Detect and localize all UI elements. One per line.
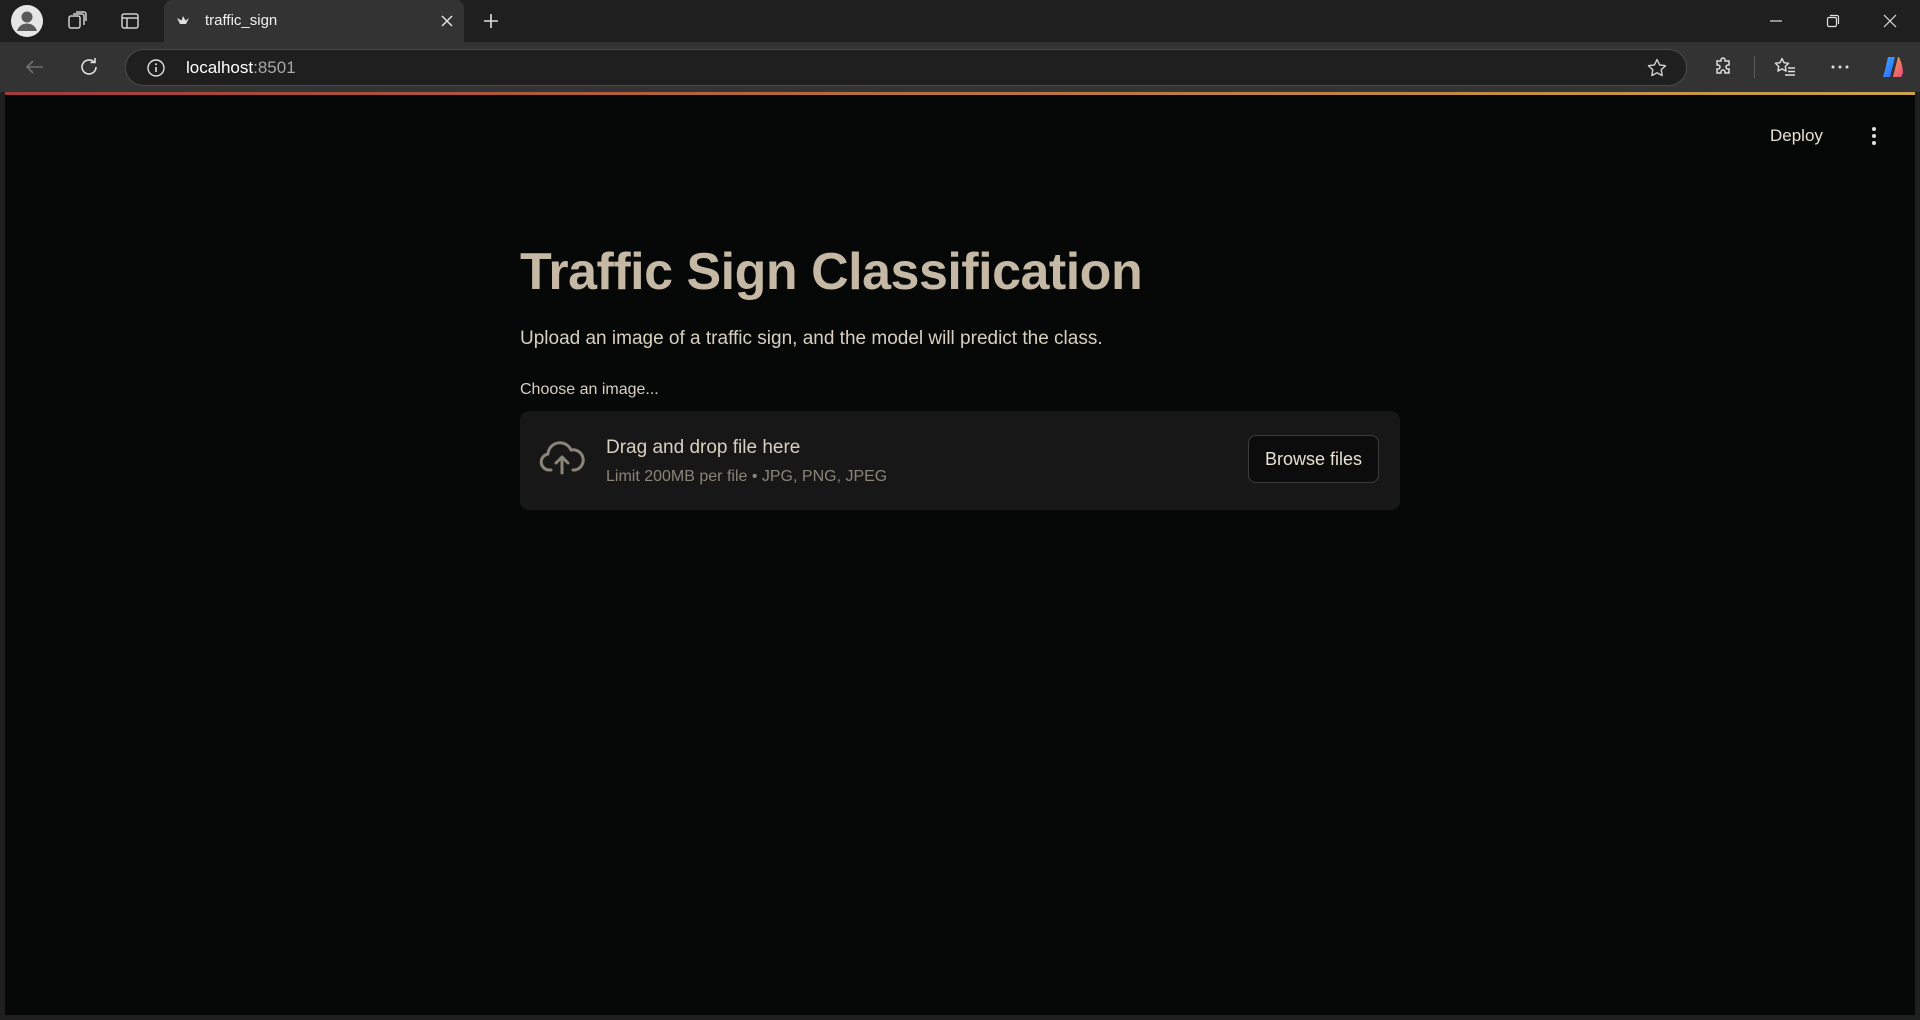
refresh-icon[interactable] bbox=[73, 51, 105, 83]
cloud-upload-icon bbox=[539, 441, 585, 475]
dropzone-title: Drag and drop file here bbox=[606, 437, 801, 458]
close-icon[interactable] bbox=[438, 12, 456, 30]
streamlit-favicon bbox=[177, 16, 189, 24]
header-decoration bbox=[5, 92, 1915, 95]
deploy-button[interactable]: Deploy bbox=[1770, 126, 1823, 146]
url-port: :8501 bbox=[253, 58, 296, 77]
minimize-icon[interactable] bbox=[1748, 0, 1804, 42]
url-text[interactable]: localhost:8501 bbox=[186, 58, 296, 78]
more-icon[interactable] bbox=[1824, 51, 1856, 83]
tab-strip: traffic_sign bbox=[0, 0, 1920, 42]
page-subtitle: Upload an image of a traffic sign, and t… bbox=[520, 328, 1103, 349]
kebab-menu-icon[interactable] bbox=[1862, 124, 1886, 148]
restore-icon[interactable] bbox=[1805, 0, 1861, 42]
file-dropzone[interactable]: Drag and drop file here Limit 200MB per … bbox=[520, 411, 1400, 510]
page-viewport: Deploy Traffic Sign Classification Uploa… bbox=[5, 92, 1915, 1015]
address-bar[interactable]: localhost:8501 bbox=[125, 49, 1687, 86]
plus-icon[interactable] bbox=[475, 5, 507, 37]
page-title: Traffic Sign Classification bbox=[520, 243, 1143, 301]
url-host: localhost bbox=[186, 58, 254, 77]
profile-icon[interactable] bbox=[11, 5, 43, 37]
navigation-bar: localhost:8501 bbox=[0, 42, 1920, 92]
tab-title: traffic_sign bbox=[205, 12, 278, 29]
info-icon[interactable] bbox=[146, 58, 166, 78]
toolbar-divider bbox=[1754, 56, 1755, 78]
tab-traffic-sign[interactable]: traffic_sign bbox=[164, 0, 464, 42]
tab-actions-icon[interactable] bbox=[114, 5, 146, 37]
uploader-label: Choose an image... bbox=[520, 381, 659, 398]
workspaces-icon[interactable] bbox=[61, 5, 93, 37]
browse-files-button[interactable]: Browse files bbox=[1248, 435, 1379, 483]
extensions-icon[interactable] bbox=[1708, 51, 1740, 83]
star-icon[interactable] bbox=[1646, 57, 1668, 79]
dropzone-limit: Limit 200MB per file • JPG, PNG, JPEG bbox=[606, 468, 888, 485]
close-window-icon[interactable] bbox=[1862, 0, 1918, 42]
back-icon[interactable] bbox=[19, 51, 51, 83]
favorites-icon[interactable] bbox=[1769, 51, 1801, 83]
copilot-icon[interactable] bbox=[1877, 51, 1909, 83]
